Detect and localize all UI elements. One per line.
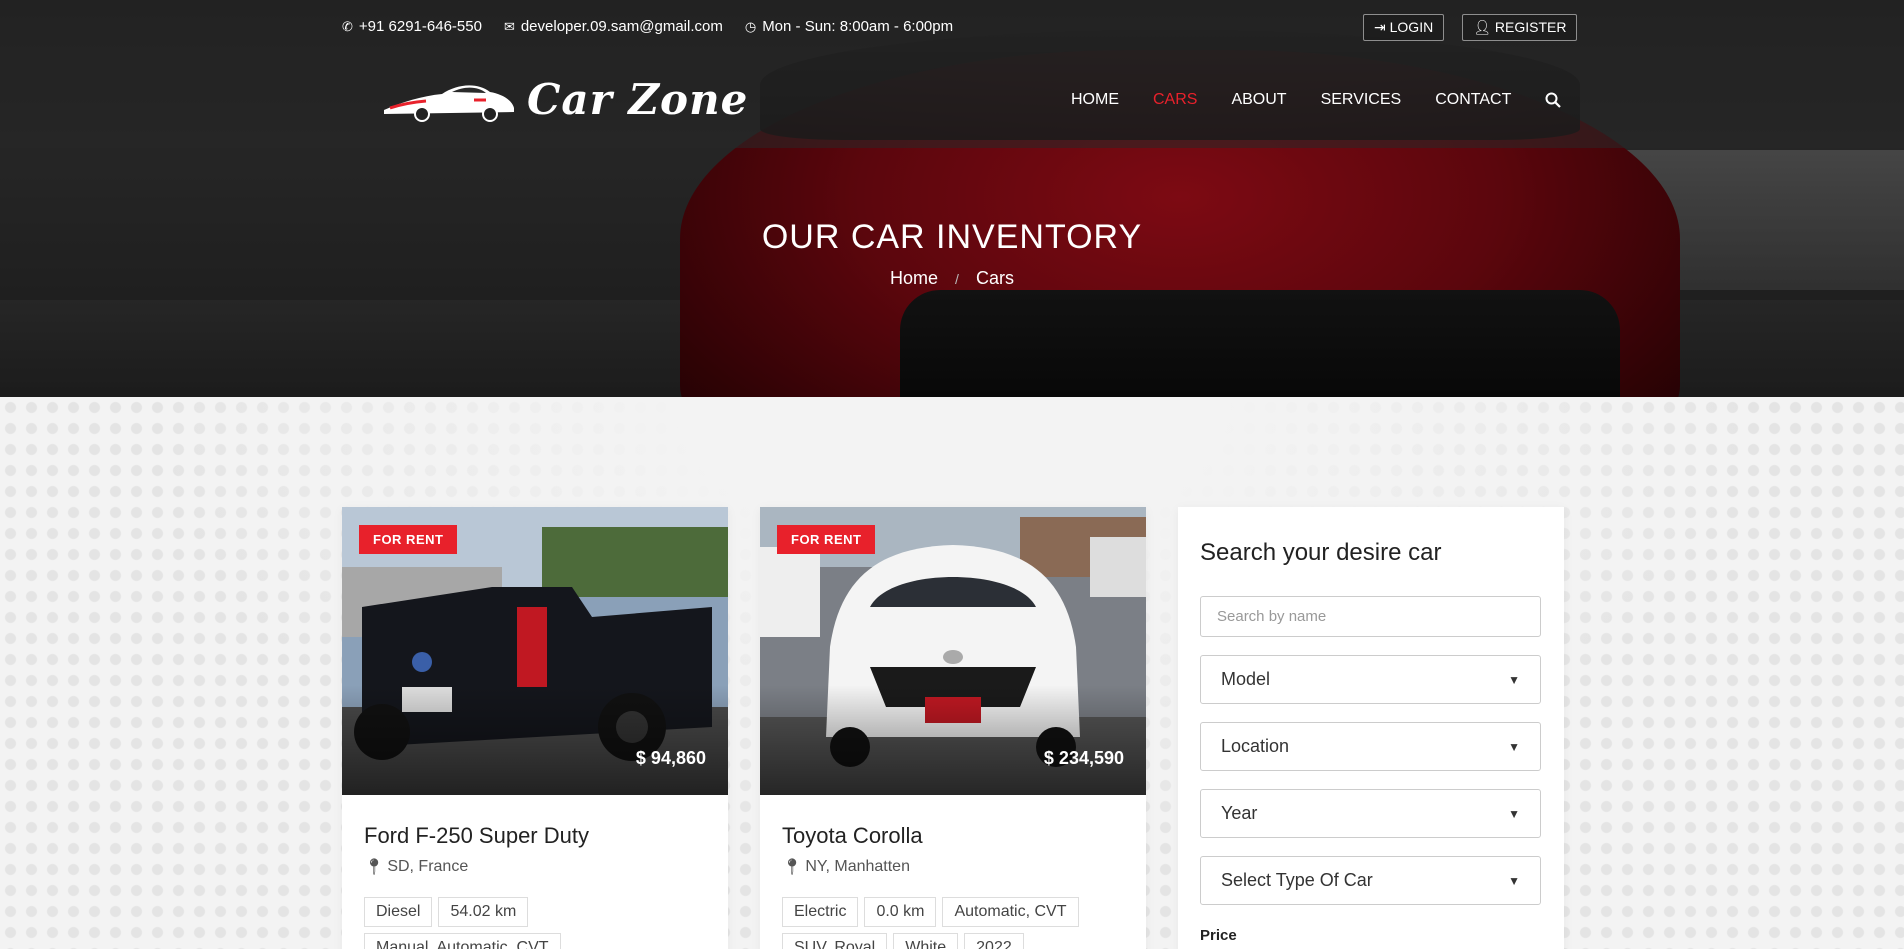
- for-rent-badge: FOR RENT: [359, 525, 458, 554]
- nav-contact[interactable]: CONTACT: [1435, 91, 1511, 109]
- breadcrumb-current: Cars: [975, 268, 1014, 288]
- register-button[interactable]: 👤︎ REGISTER: [1462, 14, 1578, 41]
- car-type-select-value: Select Type Of Car: [1221, 870, 1373, 890]
- location-select[interactable]: Location ▼: [1200, 722, 1541, 771]
- car-photo[interactable]: FOR RENT $ 234,590: [760, 507, 1146, 795]
- spec-tag: White: [893, 933, 959, 949]
- year-select-value: Year: [1221, 803, 1258, 823]
- spec-tag: 54.02 km: [438, 897, 529, 927]
- model-select[interactable]: Model ▼: [1200, 655, 1541, 704]
- hours-info: ◷ Mon - Sun: 8:00am - 6:00pm: [745, 18, 953, 35]
- nav-home[interactable]: HOME: [1071, 91, 1119, 109]
- car-title[interactable]: Toyota Corolla: [782, 823, 1124, 849]
- breadcrumb-separator: /: [955, 271, 959, 287]
- chevron-down-icon: ▼: [1508, 672, 1520, 687]
- price-label: Price: [1200, 927, 1237, 944]
- car-photo[interactable]: FOR RENT $ 94,860: [342, 507, 728, 795]
- phone-icon: ✆: [342, 18, 353, 34]
- car-type-select[interactable]: Select Type Of Car ▼: [1200, 856, 1541, 905]
- car-price: $ 94,860: [635, 748, 706, 768]
- main-nav: HOME CARS ABOUT SERVICES CONTACT: [1071, 91, 1562, 109]
- search-icon[interactable]: [1545, 92, 1562, 108]
- car-specs: Electric 0.0 km Automatic, CVT SUV, Roya…: [782, 897, 1124, 949]
- login-label: LOGIN: [1389, 19, 1434, 35]
- site-logo[interactable]: Car Zone: [382, 74, 748, 124]
- topbar-contact: ✆ +91 6291-646-550 ✉ developer.09.sam@gm…: [342, 18, 953, 35]
- breadcrumb-home[interactable]: Home: [890, 268, 938, 288]
- nav-services[interactable]: SERVICES: [1321, 91, 1402, 109]
- model-select-value: Model: [1221, 669, 1271, 689]
- search-by-name-input[interactable]: [1200, 596, 1541, 637]
- car-location: 📍︎ NY, Manhatten: [782, 857, 1124, 877]
- spec-tag: Electric: [782, 897, 859, 927]
- hours-text: Mon - Sun: 8:00am - 6:00pm: [762, 18, 954, 35]
- chevron-down-icon: ▼: [1508, 873, 1520, 888]
- car-specs: Diesel 54.02 km Manual, Automatic, CVT: [364, 897, 706, 949]
- year-select[interactable]: Year ▼: [1200, 789, 1541, 838]
- chevron-down-icon: ▼: [1508, 739, 1520, 754]
- spec-tag: Diesel: [364, 897, 433, 927]
- sign-in-icon: ⇥: [1374, 19, 1386, 35]
- brand-name: Car Zone: [527, 74, 749, 124]
- car-card[interactable]: FOR RENT $ 94,860 Ford F-250 Super Duty …: [342, 507, 728, 949]
- page-title: OUR CAR INVENTORY: [761, 218, 1143, 256]
- location-select-value: Location: [1221, 736, 1290, 756]
- search-panel: Search your desire car Model ▼ Location …: [1178, 507, 1564, 949]
- map-marker-icon: 📍︎: [782, 859, 803, 876]
- spec-tag: 0.0 km: [864, 897, 937, 927]
- phone-info[interactable]: ✆ +91 6291-646-550: [342, 18, 482, 35]
- car-location: 📍︎ SD, France: [364, 857, 706, 877]
- hero-banner: ✆ +91 6291-646-550 ✉ developer.09.sam@gm…: [0, 0, 1904, 397]
- register-label: REGISTER: [1494, 19, 1567, 35]
- car-logo-icon: [384, 85, 514, 122]
- car-location-text: NY, Manhatten: [805, 858, 910, 875]
- clock-icon: ◷: [744, 18, 757, 34]
- nav-about[interactable]: ABOUT: [1231, 91, 1286, 109]
- auth-buttons: ⇥ LOGIN 👤︎ REGISTER: [1363, 14, 1578, 41]
- login-button[interactable]: ⇥ LOGIN: [1363, 14, 1445, 41]
- email-text: developer.09.sam@gmail.com: [520, 18, 723, 35]
- spec-tag: SUV, Royal: [782, 933, 888, 949]
- car-location-text: SD, France: [387, 858, 469, 875]
- car-title[interactable]: Ford F-250 Super Duty: [364, 823, 706, 849]
- phone-text: +91 6291-646-550: [358, 18, 482, 35]
- breadcrumb: Home / Cars: [0, 268, 1904, 289]
- nav-cars[interactable]: CARS: [1153, 91, 1197, 109]
- spec-tag: Manual, Automatic, CVT: [364, 933, 561, 949]
- user-icon: 👤︎: [1473, 19, 1491, 35]
- map-marker-icon: 📍︎: [364, 859, 385, 876]
- spec-tag: Automatic, CVT: [942, 897, 1079, 927]
- car-price: $ 234,590: [1043, 748, 1124, 768]
- search-panel-title: Search your desire car: [1200, 539, 1442, 566]
- chevron-down-icon: ▼: [1508, 806, 1520, 821]
- for-rent-badge: FOR RENT: [777, 525, 876, 554]
- car-card[interactable]: FOR RENT $ 234,590 Toyota Corolla 📍︎ NY,…: [760, 507, 1146, 949]
- spec-tag: 2022: [964, 933, 1024, 949]
- email-info[interactable]: ✉ developer.09.sam@gmail.com: [504, 18, 723, 35]
- envelope-icon: ✉: [503, 18, 515, 34]
